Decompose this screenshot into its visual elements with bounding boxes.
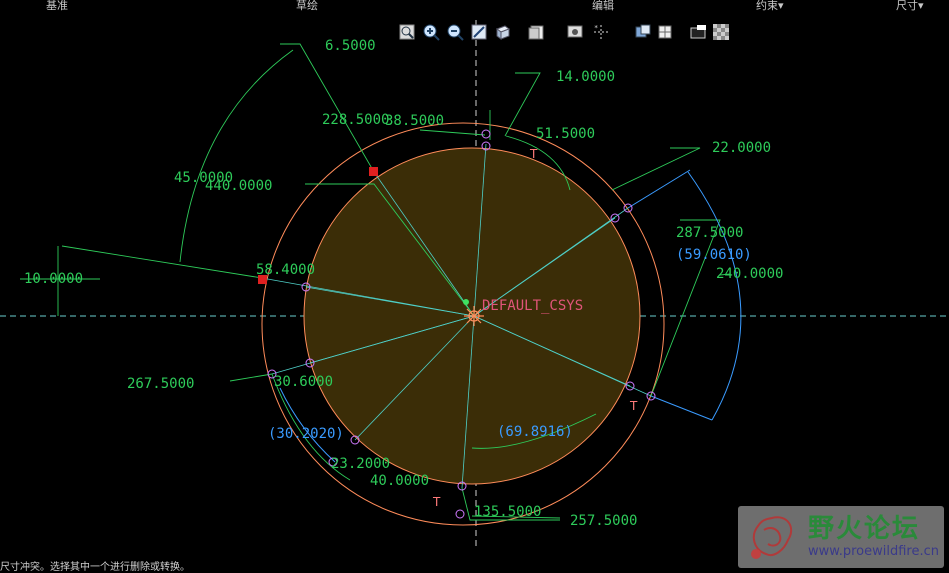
dimension-135-5[interactable]: 135.5000 xyxy=(474,504,541,520)
sketch-canvas[interactable]: DEFAULT_CSYS T T T 6.5000 14.0000 228.50… xyxy=(0,0,949,573)
dimension-240[interactable]: 240.0000 xyxy=(716,266,783,282)
dimension-228-5[interactable]: 228.5000 xyxy=(322,112,389,128)
menu-datum[interactable]: 基准 xyxy=(46,0,68,13)
orient-icon[interactable] xyxy=(655,22,675,42)
background-icon[interactable] xyxy=(711,22,731,42)
dimension-287-5[interactable]: 287.5000 xyxy=(676,225,743,241)
svg-text:*: * xyxy=(594,24,598,32)
dimension-6-5[interactable]: 6.5000 xyxy=(325,38,376,54)
tangent-mark-2: T xyxy=(629,399,638,413)
csys-label: DEFAULT_CSYS xyxy=(482,298,583,314)
dimension-40[interactable]: 40.0000 xyxy=(370,473,429,489)
dimension-58-4[interactable]: 58.4000 xyxy=(256,262,315,278)
dimension-38-5[interactable]: 38.5000 xyxy=(385,113,444,129)
menu-sketch[interactable]: 草绘 xyxy=(296,0,318,13)
shaded-view-icon[interactable] xyxy=(493,22,513,42)
menu-edit[interactable]: 编辑 xyxy=(592,0,614,13)
dimension-267-5[interactable]: 267.5000 xyxy=(127,376,194,392)
zoom-out-icon[interactable] xyxy=(445,22,465,42)
watermark-url: www.proewildfire.cn xyxy=(808,544,939,559)
view-manager-icon[interactable] xyxy=(565,22,585,42)
tangent-mark-3: T xyxy=(432,495,441,509)
dimension-23-2[interactable]: 23.2000 xyxy=(331,456,390,472)
forum-logo-icon xyxy=(751,516,793,559)
watermark-title: 野火论坛 xyxy=(808,514,921,544)
menu-dimension[interactable]: 尺寸▾ xyxy=(896,0,924,13)
csys-marker[interactable] xyxy=(464,306,484,326)
ref-dimension-59[interactable]: (59.0610) xyxy=(676,247,752,263)
ref-dimension-30[interactable]: (30.2020) xyxy=(268,426,344,442)
status-message: 尺寸冲突。选择其中一个进行删除或转换。 xyxy=(0,562,190,573)
display-style-icon[interactable] xyxy=(527,22,547,42)
datum-display-icon[interactable]: * xyxy=(591,22,611,42)
dimension-257-5[interactable]: 257.5000 xyxy=(570,513,637,529)
repaint-icon[interactable] xyxy=(469,22,489,42)
ribbon-group-labels: 基准 草绘 编辑 约束▾ 尺寸▾ xyxy=(0,0,949,12)
zoom-in-icon[interactable] xyxy=(421,22,441,42)
ref-dimension-69[interactable]: (69.8916) xyxy=(497,424,573,440)
menu-constrain[interactable]: 约束▾ xyxy=(756,0,784,13)
dimension-14[interactable]: 14.0000 xyxy=(556,69,615,85)
conflict-point-1[interactable] xyxy=(369,167,378,176)
origin-point xyxy=(463,299,469,305)
watermark-logo: 野火论坛 www.proewildfire.cn xyxy=(738,506,944,568)
dimension-10[interactable]: 10.0000 xyxy=(24,271,83,287)
tangent-mark-1: T xyxy=(529,147,538,161)
refit-icon[interactable] xyxy=(397,22,417,42)
dimension-51-5[interactable]: 51.5000 xyxy=(536,126,595,142)
dimension-440[interactable]: 440.0000 xyxy=(205,178,272,194)
dimension-22[interactable]: 22.0000 xyxy=(712,140,771,156)
sketch-display-icon[interactable] xyxy=(633,22,653,42)
sketch-view-icon[interactable] xyxy=(689,22,709,42)
dimension-30-6[interactable]: 30.6000 xyxy=(274,374,333,390)
